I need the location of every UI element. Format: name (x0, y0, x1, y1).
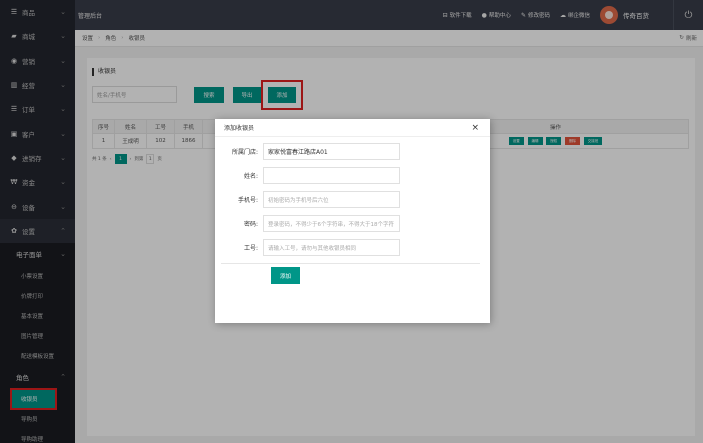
form-row-name: 姓名: (215, 167, 400, 184)
divider (221, 263, 480, 264)
code-field[interactable]: 请输入工号，请勿与其他收银员相同 (263, 239, 400, 256)
phone-field[interactable]: 初始密码为手机号后六位 (263, 191, 400, 208)
form-row-phone: 手机号: 初始密码为手机号后六位 (215, 191, 400, 208)
close-icon[interactable]: × (471, 123, 479, 133)
name-field[interactable] (263, 167, 400, 184)
name-label: 姓名: (243, 173, 258, 180)
submit-add-button[interactable]: 添加 (271, 267, 300, 284)
phone-label: 手机号: (237, 197, 258, 204)
form-row-store: 所属门店: 家家悦富春江路店A01 (215, 143, 400, 160)
password-label: 密码: (243, 221, 258, 228)
dialog-title: 添加收银员 (215, 119, 490, 137)
store-label: 所属门店: (231, 149, 258, 156)
form-row-password: 密码: 登录密码，不得少于6个字符串，不得大于18个字符 (215, 215, 400, 232)
store-field[interactable]: 家家悦富春江路店A01 (263, 143, 400, 160)
form-row-code: 工号: 请输入工号，请勿与其他收银员相同 (215, 239, 400, 256)
password-field[interactable]: 登录密码，不得少于6个字符串，不得大于18个字符 (263, 215, 400, 232)
add-cashier-dialog: 添加收银员 × 所属门店: 家家悦富春江路店A01 姓名: 手机号: 初始密码为… (215, 119, 490, 323)
code-label: 工号: (243, 245, 258, 252)
